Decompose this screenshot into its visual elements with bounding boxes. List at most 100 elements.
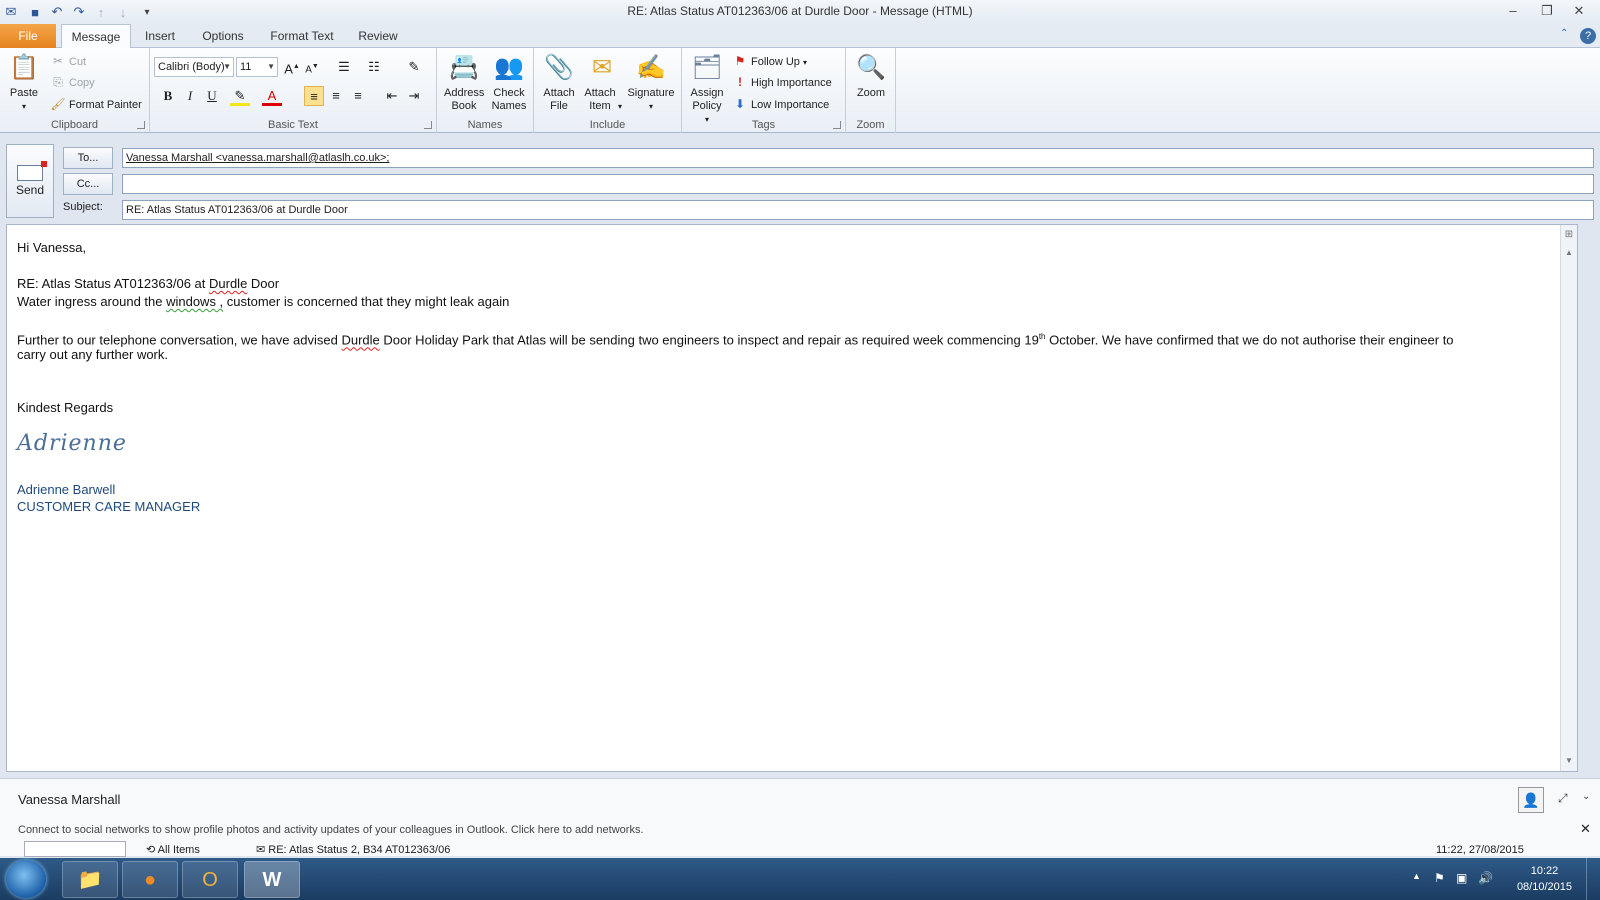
high-importance-button[interactable]: ! High Importance (732, 73, 832, 91)
names-group: 📇 Address Book 👥 Check Names Names (437, 48, 534, 133)
people-tab-box[interactable] (24, 841, 126, 857)
clipboard-launcher[interactable] (137, 121, 145, 129)
volume-icon[interactable]: 🔊 (1478, 871, 1493, 885)
italic-button[interactable]: I (180, 86, 200, 106)
restore-button[interactable]: ❐ (1534, 2, 1560, 20)
tab-message[interactable]: Message (61, 24, 131, 49)
tab-insert[interactable]: Insert (136, 24, 184, 48)
scroll-up-icon[interactable]: ▲ (1561, 245, 1577, 261)
numbered-list-icon: ☷ (368, 59, 380, 74)
vertical-scrollbar[interactable]: ⊞ ▲ ▼ (1560, 225, 1577, 771)
clock[interactable]: 10:22 08/10/2015 (1517, 863, 1572, 895)
grow-font-button[interactable]: A▲ (282, 57, 302, 77)
send-envelope-icon (17, 161, 47, 181)
paste-button[interactable]: 📋 Paste ▾ (6, 52, 42, 113)
brush-icon: 🖌 (50, 97, 66, 111)
font-color-button[interactable]: A (262, 86, 282, 106)
increase-indent-button[interactable]: ⇥ (404, 86, 424, 106)
word-icon: W (262, 869, 282, 891)
close-icon[interactable]: ✕ (1580, 821, 1591, 837)
expand-pane-icon[interactable]: ⤢ (1558, 791, 1568, 806)
show-desktop-button[interactable] (1586, 858, 1600, 900)
network-icon[interactable]: ▣ (1456, 871, 1467, 885)
align-center-icon: ≡ (332, 88, 340, 103)
social-networks-message[interactable]: Connect to social networks to show profi… (18, 824, 644, 836)
assign-policy-button[interactable]: 🗂 Assign Policy▾ (686, 52, 728, 126)
minimize-button[interactable]: – (1500, 2, 1526, 20)
cc-button[interactable]: Cc... (63, 173, 113, 195)
highlighter-icon: ✎ (234, 88, 246, 103)
outdent-icon: ⇤ (386, 88, 398, 103)
ruler-icon[interactable]: ⊞ (1561, 227, 1577, 243)
tab-options[interactable]: Options (194, 24, 252, 48)
start-button[interactable] (6, 860, 46, 898)
message-body[interactable]: Hi Vanessa, RE: Atlas Status AT012363/06… (6, 224, 1578, 772)
word-taskbar-icon[interactable]: W (244, 861, 300, 898)
chevron-down-icon[interactable]: ⌄ (1582, 791, 1590, 802)
close-button[interactable]: ✕ (1566, 2, 1592, 20)
firefox-taskbar-icon[interactable]: ● (122, 861, 178, 898)
font-name-combo[interactable]: Calibri (Body) ▼ (154, 57, 234, 77)
zoom-button[interactable]: 🔍 Zoom (850, 52, 892, 100)
people-pane: Vanessa Marshall 👤 ⤢ ⌄ Connect to social… (0, 778, 1600, 857)
format-painter-button[interactable]: 🖌 Format Painter (50, 95, 141, 113)
minimize-ribbon-icon[interactable]: ⌃ (1560, 28, 1568, 39)
align-right-button[interactable]: ≡ (348, 86, 368, 106)
names-group-label: Names (467, 119, 503, 131)
explorer-taskbar-icon[interactable]: 📁 (62, 861, 118, 898)
title-bar: ✉ ■ ↶ ↷ ↑ ↓ ▾ RE: Atlas Status AT012363/… (0, 0, 1600, 24)
attach-item-button[interactable]: ✉ Attach Item ▾ (582, 52, 622, 113)
signature-name: Adrienne Barwell (17, 482, 116, 497)
font-size-combo[interactable]: 11 ▼ (236, 57, 278, 77)
exclamation-icon: ! (738, 75, 742, 89)
activity-item-time: 11:22, 27/08/2015 (1436, 844, 1524, 856)
to-field[interactable]: Vanessa Marshall <vanessa.marshall@atlas… (122, 148, 1594, 168)
clipboard-group: 📋 Paste ▾ ✂ Cut ⎘ Copy 🖌 Format Painter Clip… (0, 48, 150, 133)
copy-button[interactable]: ⎘ Copy (50, 73, 95, 91)
magnifier-icon: 🔍 (856, 54, 886, 81)
help-icon[interactable]: ? (1580, 28, 1596, 44)
scroll-down-icon[interactable]: ▼ (1561, 753, 1577, 769)
all-items-tab[interactable]: ⟲ All Items (146, 843, 200, 856)
underline-button[interactable]: U (202, 86, 222, 106)
follow-up-button[interactable]: ⚑ Follow Up ▾ (732, 52, 807, 70)
low-importance-button[interactable]: ⬇ Low Importance (732, 95, 829, 113)
tags-group-label: Tags (751, 119, 776, 131)
bold-button[interactable]: B (158, 86, 178, 106)
activity-item[interactable]: ✉ RE: Atlas Status 2, B34 AT012363/06 (256, 843, 450, 856)
to-button[interactable]: To... (63, 147, 113, 169)
firefox-icon: ● (143, 869, 157, 891)
align-left-button[interactable]: ≡ (304, 86, 324, 106)
signature-button[interactable]: ✍ Signature ▾ (624, 52, 678, 113)
tab-file[interactable]: File (0, 24, 56, 48)
tab-review[interactable]: Review (352, 24, 404, 48)
show-hidden-icons-icon[interactable]: ▲ (1412, 871, 1421, 881)
highlight-button[interactable]: ✎ (230, 86, 250, 106)
activity-items-row: ⟲ All Items ✉ RE: Atlas Status 2, B34 AT… (0, 841, 1600, 857)
closing: Kindest Regards (17, 400, 114, 415)
address-book-icon: 📇 (449, 54, 479, 81)
subject-field[interactable]: RE: Atlas Status AT012363/06 at Durdle D… (122, 200, 1594, 220)
attach-file-button[interactable]: 📎 Attach File (540, 52, 578, 113)
body-re-line: RE: Atlas Status AT012363/06 at Durdle D… (17, 276, 280, 291)
body-issue-line: Water ingress around the windows , custo… (17, 294, 510, 309)
cc-field[interactable] (122, 174, 1594, 194)
tab-format-text[interactable]: Format Text (262, 24, 342, 48)
include-group: 📎 Attach File ✉ Attach Item ▾ ✍ Signature… (534, 48, 682, 133)
numbering-button[interactable]: ☷ (364, 57, 384, 77)
action-center-flag-icon[interactable]: ⚑ (1434, 871, 1445, 885)
spelling-button[interactable]: ✎ (404, 57, 424, 77)
basic-text-group: Calibri (Body) ▼ 11 ▼ A▲ A▼ ☰ ☷ ✎ B I U ✎ … (150, 48, 437, 133)
bullets-button[interactable]: ☰ (334, 57, 354, 77)
outlook-taskbar-icon[interactable]: O (182, 861, 238, 898)
basic-text-launcher[interactable] (424, 121, 432, 129)
decrease-indent-button[interactable]: ⇤ (382, 86, 402, 106)
shrink-font-button[interactable]: A▼ (302, 57, 322, 77)
tags-launcher[interactable] (833, 121, 841, 129)
check-names-button[interactable]: 👥 Check Names (487, 52, 531, 113)
cut-button[interactable]: ✂ Cut (50, 52, 86, 70)
send-button[interactable]: Send (6, 144, 54, 218)
address-book-button[interactable]: 📇 Address Book (441, 52, 487, 113)
align-center-button[interactable]: ≡ (326, 86, 346, 106)
chevron-down-icon: ▼ (267, 62, 275, 71)
